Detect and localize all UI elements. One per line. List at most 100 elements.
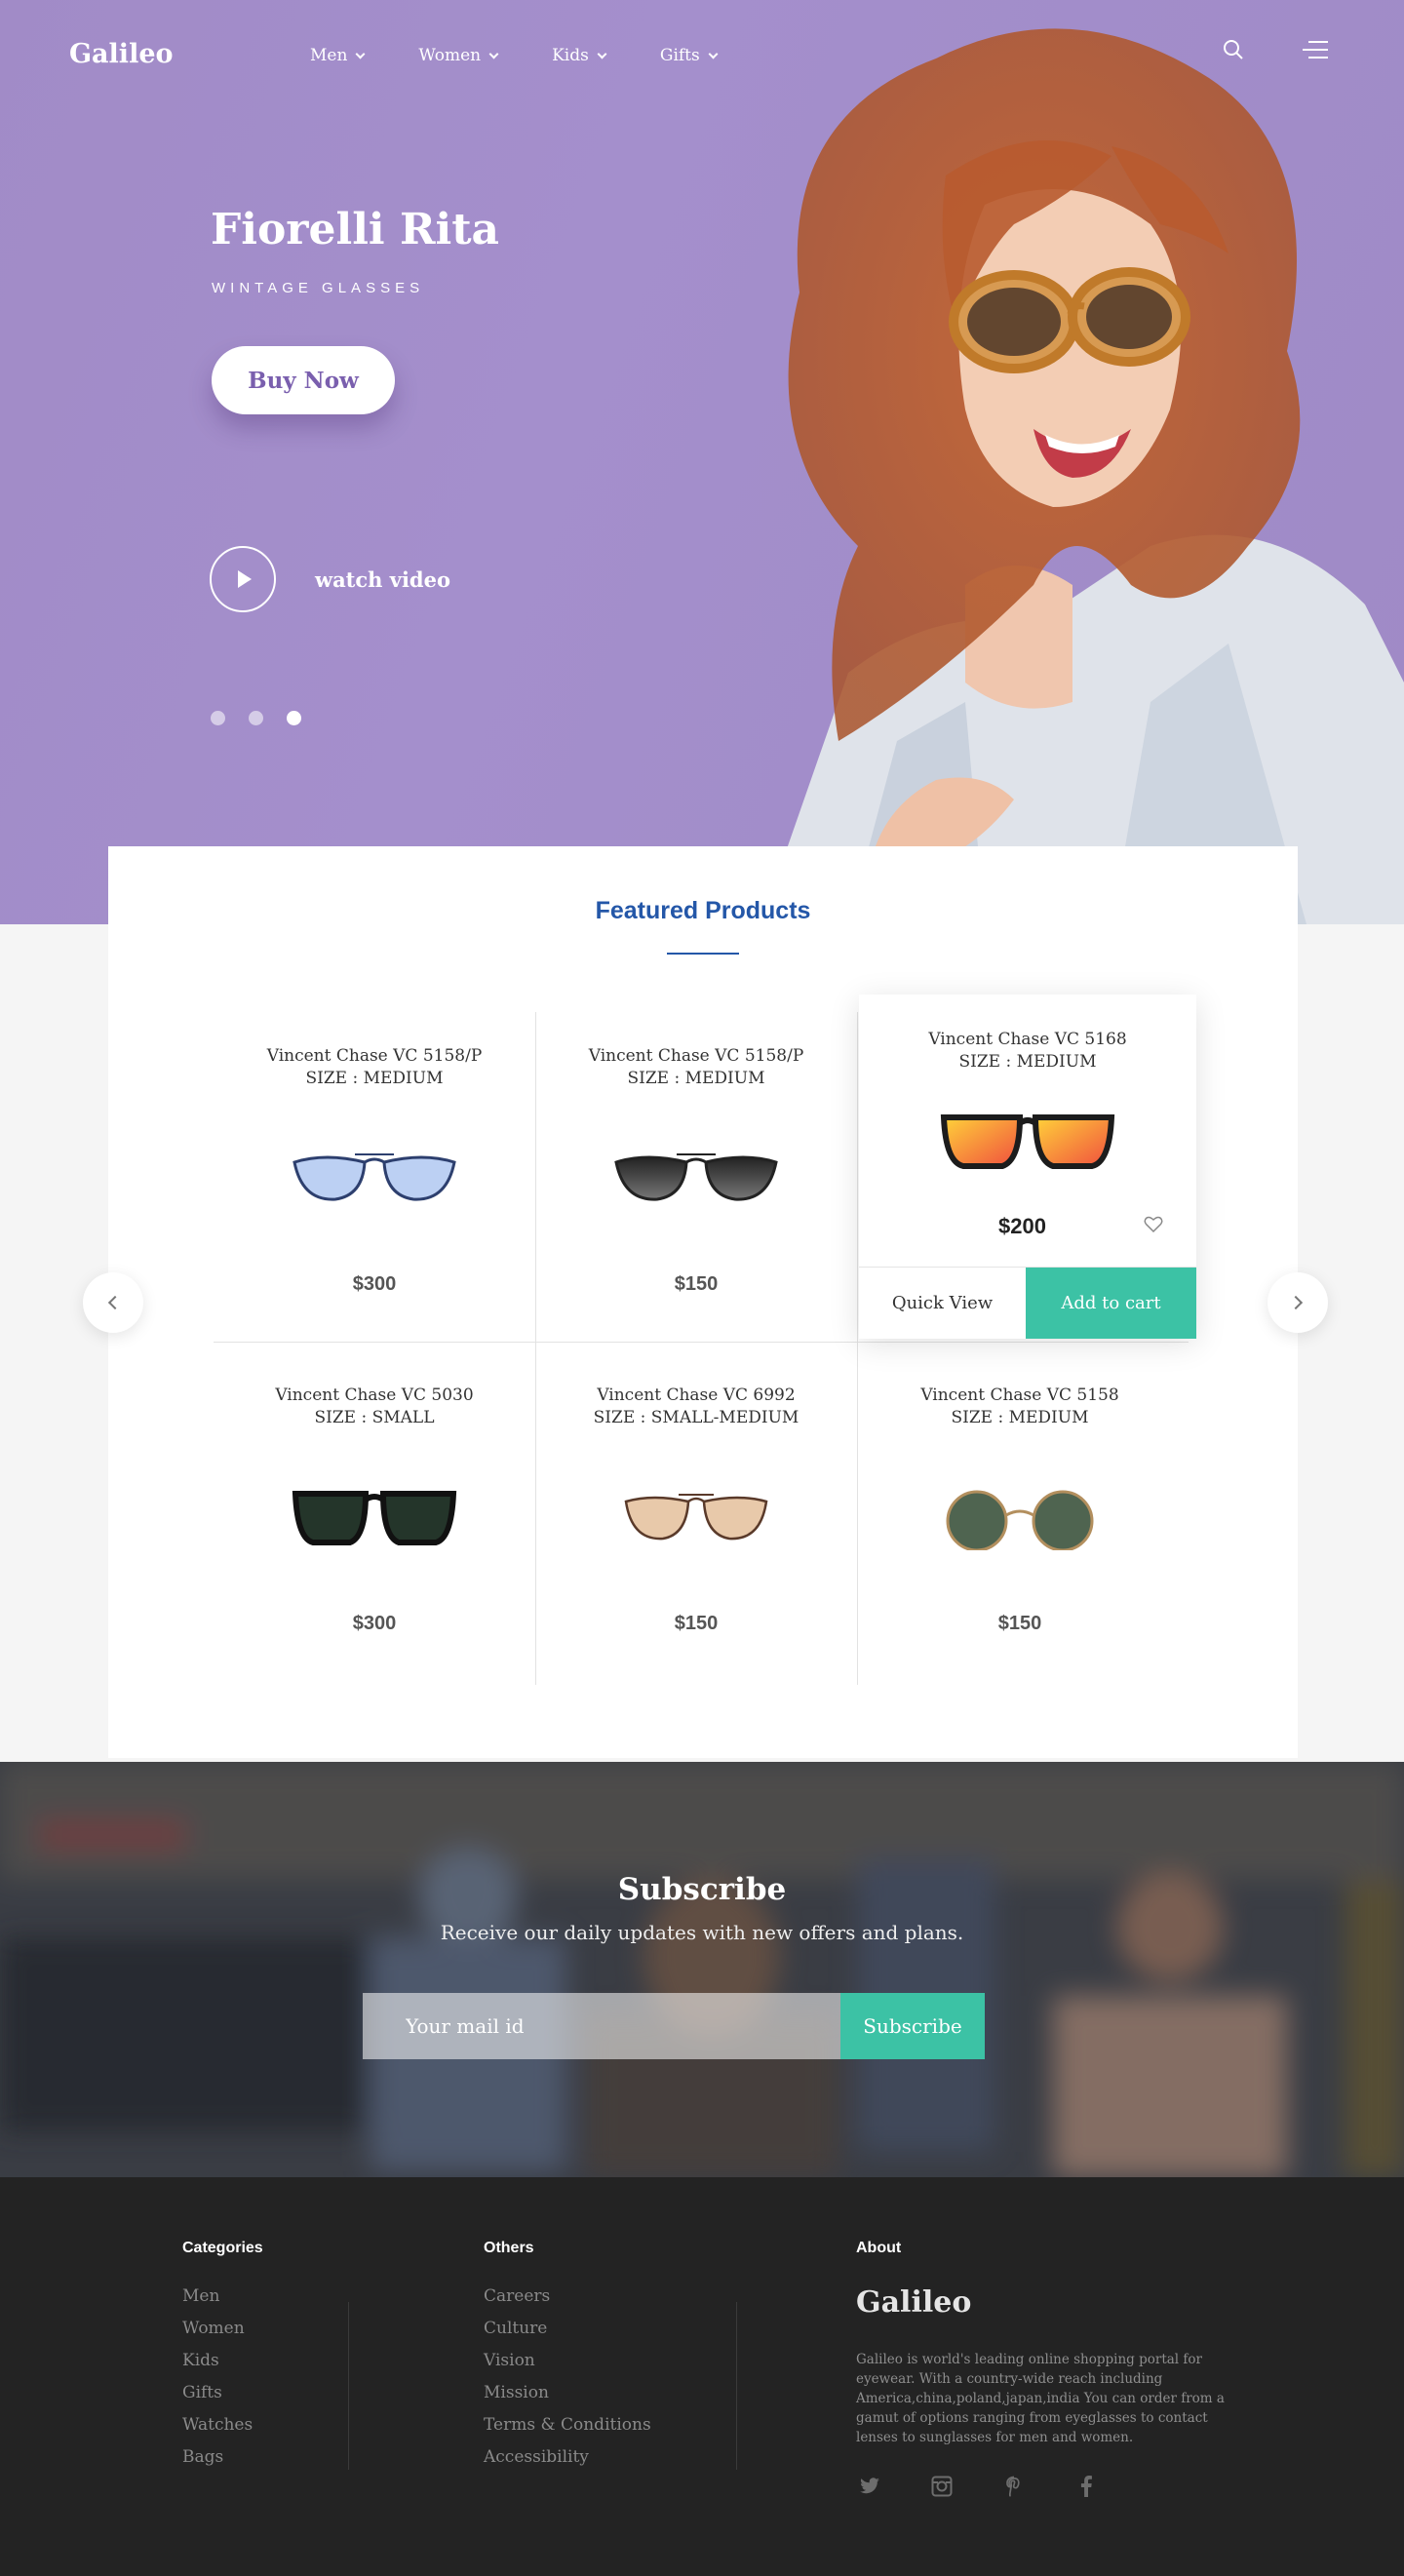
- slider-dot[interactable]: [249, 711, 263, 725]
- subscribe-description: Receive our daily updates with new offer…: [440, 1921, 964, 1944]
- nav-item-kids[interactable]: Kids: [552, 46, 607, 65]
- featured-products: Featured Products Vincent Chase VC 5158/…: [108, 846, 1298, 1758]
- wayfarer-glasses-image: [940, 1114, 1115, 1169]
- product-size: SIZE : SMALL: [314, 1408, 435, 1427]
- grid-divider: [857, 1012, 858, 1685]
- footer-logo[interactable]: Galileo: [856, 2285, 971, 2320]
- product-model: Vincent Chase VC 5158/P: [266, 1046, 483, 1066]
- footer-link[interactable]: Watches: [182, 2415, 253, 2447]
- footer-link[interactable]: Kids: [182, 2351, 253, 2383]
- carousel-next-button[interactable]: [1268, 1272, 1328, 1333]
- product-size: SIZE : MEDIUM: [627, 1069, 765, 1088]
- aviator-glasses-image: [292, 1153, 456, 1201]
- street-background-image: [0, 1762, 1404, 2177]
- product-name: Vincent Chase VC 5158 SIZE : MEDIUM: [859, 1385, 1181, 1429]
- product-card-highlighted[interactable]: Vincent Chase VC 5168 SIZE : MEDIUM $200…: [859, 995, 1196, 1339]
- facebook-icon[interactable]: [1074, 2475, 1098, 2498]
- footer-link[interactable]: Careers: [484, 2286, 651, 2319]
- add-to-cart-button[interactable]: Add to cart: [1026, 1268, 1196, 1339]
- product-card[interactable]: Vincent Chase VC 6992 SIZE : SMALL-MEDIU…: [535, 1342, 857, 1676]
- buy-now-button[interactable]: Buy Now: [212, 346, 395, 414]
- chevron-left-icon: [107, 1295, 123, 1310]
- carousel-prev-button[interactable]: [83, 1272, 143, 1333]
- subscribe-title: Subscribe: [617, 1872, 787, 1907]
- footer-heading-about: About: [856, 2240, 902, 2256]
- footer-heading-categories: Categories: [182, 2240, 263, 2256]
- site-logo[interactable]: Galileo: [69, 39, 174, 69]
- watch-video-label[interactable]: watch video: [315, 567, 450, 592]
- nav-item-women[interactable]: Women: [418, 46, 499, 65]
- product-size: SIZE : MEDIUM: [305, 1069, 444, 1088]
- product-name: Vincent Chase VC 6992 SIZE : SMALL-MEDIU…: [535, 1385, 857, 1429]
- menu-icon[interactable]: [1303, 41, 1328, 59]
- nav-label: Kids: [552, 46, 589, 65]
- product-model: Vincent Chase VC 5158: [920, 1386, 1119, 1405]
- footer-link[interactable]: Culture: [484, 2319, 651, 2351]
- product-card[interactable]: Vincent Chase VC 5158/P SIZE : MEDIUM $1…: [535, 1002, 857, 1337]
- play-icon[interactable]: [210, 546, 276, 612]
- nav-label: Women: [418, 46, 482, 65]
- nav-label: Men: [310, 46, 348, 65]
- product-size: SIZE : SMALL-MEDIUM: [593, 1408, 800, 1427]
- footer-link[interactable]: Mission: [484, 2383, 651, 2415]
- chevron-down-icon: [355, 49, 366, 59]
- slider-dot-active[interactable]: [287, 711, 301, 725]
- product-name: Vincent Chase VC 5168 SIZE : MEDIUM: [859, 1029, 1196, 1073]
- product-card[interactable]: Vincent Chase VC 5030 SIZE : SMALL $300: [214, 1342, 535, 1676]
- footer-link[interactable]: Terms & Conditions: [484, 2415, 651, 2447]
- instagram-icon[interactable]: [930, 2475, 954, 2498]
- product-size: SIZE : MEDIUM: [958, 1052, 1097, 1072]
- product-name: Vincent Chase VC 5158/P SIZE : MEDIUM: [535, 1045, 857, 1090]
- wayfarer-glasses-image: [292, 1491, 457, 1545]
- hero-subtitle: WINTAGE GLASSES: [212, 280, 425, 296]
- product-card[interactable]: Vincent Chase VC 5158 SIZE : MEDIUM $150: [859, 1342, 1181, 1676]
- footer-link[interactable]: Bags: [182, 2447, 253, 2479]
- pinterest-icon[interactable]: [1002, 2475, 1026, 2498]
- main-nav: Men Women Kids Gifts: [310, 46, 771, 65]
- heart-icon[interactable]: [1144, 1216, 1163, 1233]
- subscribe-form: Subscribe: [363, 1993, 985, 2059]
- section-title: Featured Products: [595, 897, 811, 924]
- social-links: [858, 2475, 1098, 2498]
- nav-item-gifts[interactable]: Gifts: [660, 46, 719, 65]
- chevron-down-icon: [708, 49, 719, 59]
- product-model: Vincent Chase VC 5168: [928, 1030, 1127, 1049]
- quick-view-button[interactable]: Quick View: [859, 1268, 1026, 1339]
- footer-link[interactable]: Accessibility: [484, 2447, 651, 2479]
- hero-model-photo: [760, 28, 1404, 924]
- search-icon[interactable]: [1223, 39, 1244, 60]
- site-footer: Categories Men Women Kids Gifts Watches …: [0, 2177, 1404, 2576]
- round-glasses-image: [946, 1490, 1094, 1550]
- hero-banner: Galileo Men Women Kids Gifts Fiorelli Ri…: [0, 0, 1404, 924]
- footer-categories-list: Men Women Kids Gifts Watches Bags: [182, 2286, 253, 2479]
- watch-video-control[interactable]: watch video: [210, 546, 450, 612]
- product-card[interactable]: Vincent Chase VC 5158/P SIZE : MEDIUM $3…: [214, 1002, 535, 1337]
- chevron-down-icon: [488, 49, 499, 59]
- twitter-icon[interactable]: [858, 2475, 881, 2498]
- slider-dot[interactable]: [211, 711, 225, 725]
- product-name: Vincent Chase VC 5030 SIZE : SMALL: [214, 1385, 535, 1429]
- footer-link[interactable]: Women: [182, 2319, 253, 2351]
- product-name: Vincent Chase VC 5158/P SIZE : MEDIUM: [214, 1045, 535, 1090]
- footer-others-list: Careers Culture Vision Mission Terms & C…: [484, 2286, 651, 2479]
- nav-item-men[interactable]: Men: [310, 46, 366, 65]
- footer-link[interactable]: Men: [182, 2286, 253, 2319]
- product-model: Vincent Chase VC 6992: [597, 1386, 796, 1405]
- product-price: $150: [674, 1273, 719, 1295]
- chevron-down-icon: [597, 49, 607, 59]
- subscribe-button[interactable]: Subscribe: [840, 1993, 985, 2059]
- product-price: $300: [352, 1613, 397, 1634]
- product-size: SIZE : MEDIUM: [951, 1408, 1089, 1427]
- product-price: $150: [674, 1613, 719, 1634]
- footer-divider: [348, 2302, 349, 2470]
- title-underline: [667, 953, 739, 955]
- aviator-glasses-image: [624, 1494, 768, 1541]
- chevron-right-icon: [1288, 1295, 1304, 1310]
- product-price: $300: [352, 1273, 397, 1295]
- footer-link[interactable]: Gifts: [182, 2383, 253, 2415]
- slider-dots: [211, 711, 301, 725]
- product-model: Vincent Chase VC 5158/P: [588, 1046, 804, 1066]
- footer-link[interactable]: Vision: [484, 2351, 651, 2383]
- footer-divider: [736, 2302, 737, 2470]
- email-field[interactable]: [363, 1993, 840, 2059]
